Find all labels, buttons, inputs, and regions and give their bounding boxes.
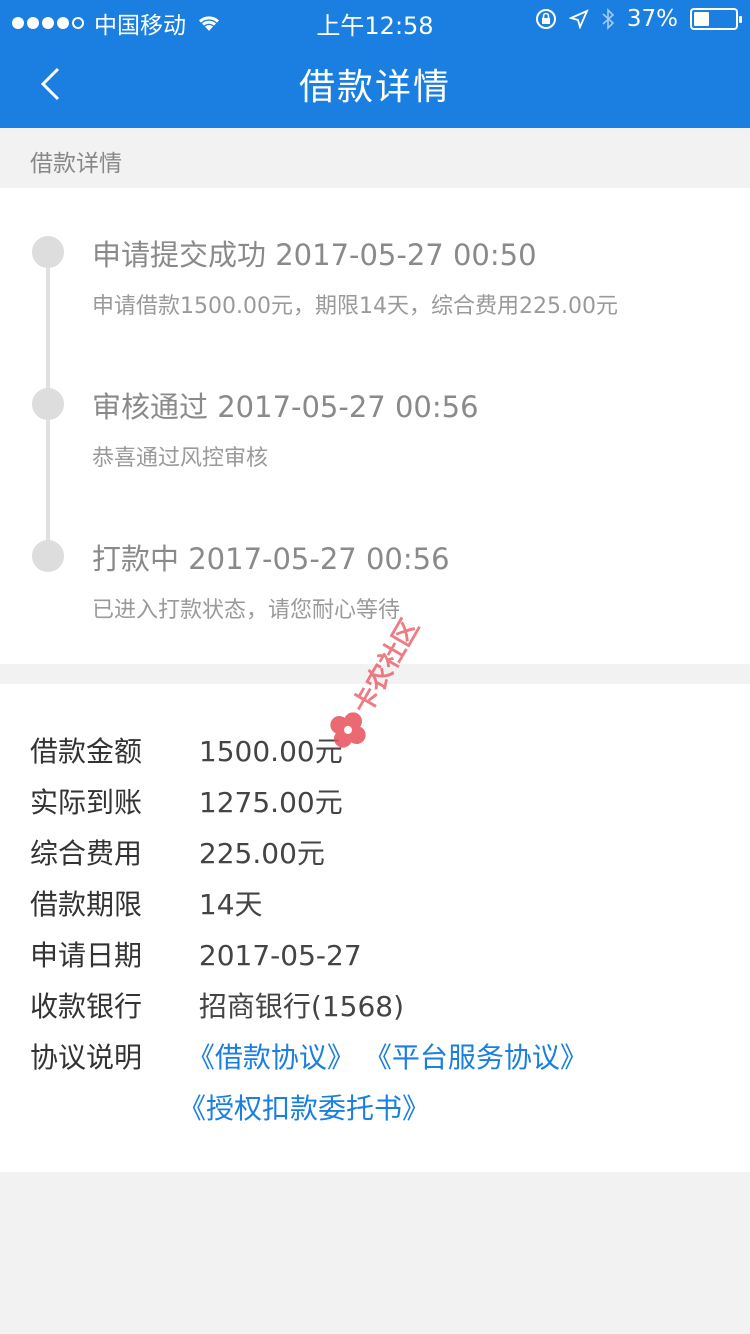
timeline-dot [32,236,64,268]
top-bar: 中国移动 上午12:58 37% 借款详情 [0,0,750,128]
timeline-card: 申请提交成功 2017-05-27 00:50 申请借款1500.00元，期限1… [0,188,750,664]
watermark-text: 卡农社区 [347,614,426,720]
detail-value: 1275.00元 [198,786,343,819]
timeline-title: 申请提交成功 2017-05-27 00:50 [92,238,537,272]
loan-agreement-link[interactable]: 《借款协议》 [187,1041,355,1074]
timeline-desc: 申请借款1500.00元，期限14天，综合费用225.00元 [92,294,618,319]
timeline-desc: 恭喜通过风控审核 [92,446,269,471]
detail-value: 14天 [198,888,263,921]
watermark: 卡农社区 [318,600,458,760]
status-bar: 中国移动 上午12:58 37% [0,0,750,40]
agreements-label: 协议说明 [30,1041,143,1074]
battery-icon [690,8,742,30]
agreements-row-2: 《授权扣款委托书》 [178,1087,430,1127]
page-title: 借款详情 [298,67,451,108]
timeline-title: 打款中 2017-05-27 00:56 [92,542,450,576]
detail-value: 2017-05-27 [198,939,362,972]
watermark-logo-icon: 卡农社区 [330,614,426,748]
detail-row-date: 申请日期 2017-05-27 [30,934,362,974]
detail-row-bank: 收款银行 招商银行(1568) [30,985,404,1025]
detail-value: 225.00元 [198,837,325,870]
detail-label: 借款金额 [30,735,143,768]
detail-label: 综合费用 [30,837,143,870]
detail-label: 实际到账 [30,786,143,819]
nav-bar: 借款详情 [0,40,750,128]
detail-row-term: 借款期限 14天 [30,883,263,923]
detail-row-received: 实际到账 1275.00元 [30,781,343,821]
bluetooth-icon [602,8,615,30]
status-right: 37% [535,6,742,32]
detail-label: 收款银行 [30,990,143,1023]
detail-row-amount: 借款金额 1500.00元 [30,730,343,770]
detail-value: 招商银行(1568) [198,990,405,1023]
timeline-title: 审核通过 2017-05-27 00:56 [92,390,479,424]
detail-row-fee: 综合费用 225.00元 [30,832,325,872]
rotation-lock-icon [535,9,556,29]
detail-label: 借款期限 [30,888,143,921]
section-header: 借款详情 [0,128,750,188]
debit-authorization-link[interactable]: 《授权扣款委托书》 [178,1092,430,1125]
platform-service-agreement-link[interactable]: 《平台服务协议》 [364,1041,588,1074]
timeline-dot [32,388,64,420]
location-icon [568,9,589,29]
battery-percent: 37% [626,6,678,32]
agreements-row: 协议说明 《借款协议》 《平台服务协议》 [30,1036,588,1076]
detail-label: 申请日期 [30,939,143,972]
timeline-dot [32,540,64,572]
